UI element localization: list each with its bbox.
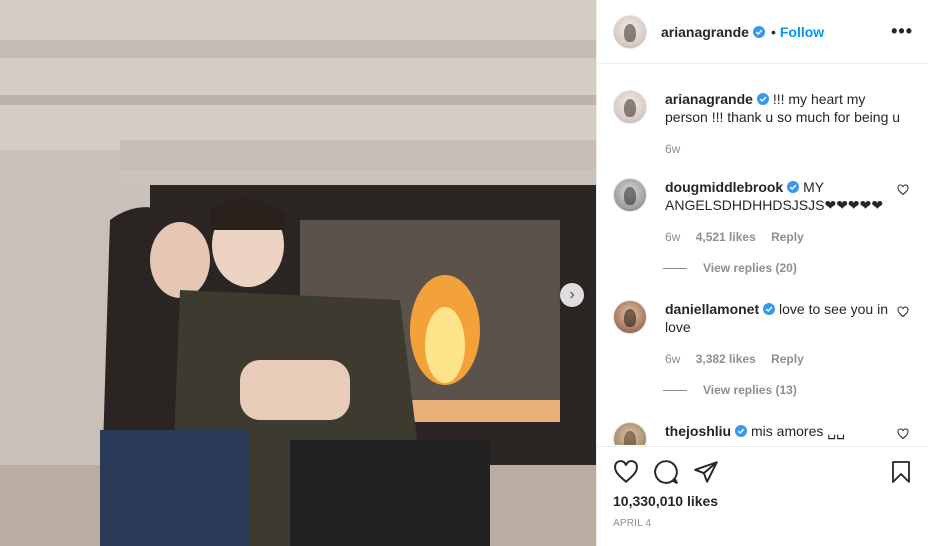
comment-icon[interactable]	[653, 459, 679, 485]
post-header: arianagrande • Follow •••	[597, 0, 928, 64]
verified-badge-icon	[752, 25, 765, 38]
post-side-panel: arianagrande • Follow ••• arianagrande !…	[596, 0, 928, 546]
comment-username[interactable]: dougmiddlebrook	[665, 179, 783, 195]
comment-heart-icon[interactable]	[897, 428, 909, 440]
paper-plane-icon[interactable]	[693, 459, 719, 485]
separator-dot: •	[770, 23, 776, 40]
next-photo-button[interactable]: ›	[560, 283, 584, 307]
replies-line	[663, 268, 687, 270]
replies-line	[663, 390, 687, 392]
caption-username[interactable]: arianagrande	[665, 91, 753, 107]
action-icons	[613, 459, 913, 485]
avatar[interactable]	[613, 422, 647, 445]
comment-item: dougmiddlebrook MY ANGELSDHDHHDSJSJS❤❤❤❤…	[597, 178, 928, 246]
comment-meta: 6w 3,382 likes Reply	[665, 350, 905, 368]
comment-item: thejoshliu mis amores ␣␣	[597, 422, 928, 445]
post-photo[interactable]: ›	[0, 0, 596, 546]
comment-likes[interactable]: 3,382 likes	[696, 352, 756, 366]
comment-body: thejoshliu mis amores ␣␣	[665, 422, 905, 445]
avatar[interactable]	[613, 178, 647, 212]
heart-icon[interactable]	[613, 459, 639, 485]
comment-meta: 6w 4,521 likes Reply	[665, 228, 905, 246]
post-author-username[interactable]: arianagrande	[661, 24, 749, 40]
view-replies-label: View replies (13)	[703, 383, 797, 397]
caption: arianagrande !!! my heart my person !!! …	[597, 90, 928, 158]
follow-button[interactable]: Follow	[780, 24, 824, 40]
comment-heart-icon[interactable]	[897, 306, 909, 318]
comment-username[interactable]: daniellamonet	[665, 301, 759, 317]
comment-username[interactable]: thejoshliu	[665, 423, 731, 439]
comment-likes[interactable]: 4,521 likes	[696, 230, 756, 244]
chevron-right-icon: ›	[569, 286, 575, 303]
avatar[interactable]	[613, 90, 647, 124]
comment-time[interactable]: 6w	[665, 230, 680, 244]
verified-badge-icon	[756, 93, 769, 105]
avatar[interactable]	[613, 300, 647, 334]
photo-illustration	[0, 0, 596, 546]
comment-text: mis amores ␣␣	[751, 423, 846, 439]
post-actions: 10,330,010 likes APRIL 4	[597, 446, 928, 546]
view-replies-button[interactable]: View replies (13)	[663, 383, 797, 397]
comment-time[interactable]: 6w	[665, 352, 680, 366]
view-replies-button[interactable]: View replies (20)	[663, 261, 797, 275]
verified-badge-icon	[735, 425, 748, 437]
comment-heart-icon[interactable]	[897, 184, 909, 196]
caption-meta: 6w	[665, 140, 905, 158]
comment-body: dougmiddlebrook MY ANGELSDHDHHDSJSJS❤❤❤❤…	[665, 178, 905, 246]
reply-button[interactable]: Reply	[771, 230, 804, 244]
comments-list[interactable]: arianagrande !!! my heart my person !!! …	[597, 65, 928, 445]
avatar[interactable]	[613, 14, 647, 49]
post-date[interactable]: APRIL 4	[613, 518, 651, 529]
comment-item: daniellamonet love to see you in love 6w…	[597, 300, 928, 368]
caption-time[interactable]: 6w	[665, 142, 680, 156]
reply-button[interactable]: Reply	[771, 352, 804, 366]
more-options-icon[interactable]: •••	[891, 21, 913, 42]
likes-count[interactable]: 10,330,010 likes	[613, 493, 718, 509]
comment-body: daniellamonet love to see you in love 6w…	[665, 300, 905, 368]
verified-badge-icon	[787, 181, 800, 193]
caption-body: arianagrande !!! my heart my person !!! …	[665, 90, 905, 158]
view-replies-label: View replies (20)	[703, 261, 797, 275]
verified-badge-icon	[763, 303, 776, 315]
bookmark-icon[interactable]	[889, 459, 913, 485]
